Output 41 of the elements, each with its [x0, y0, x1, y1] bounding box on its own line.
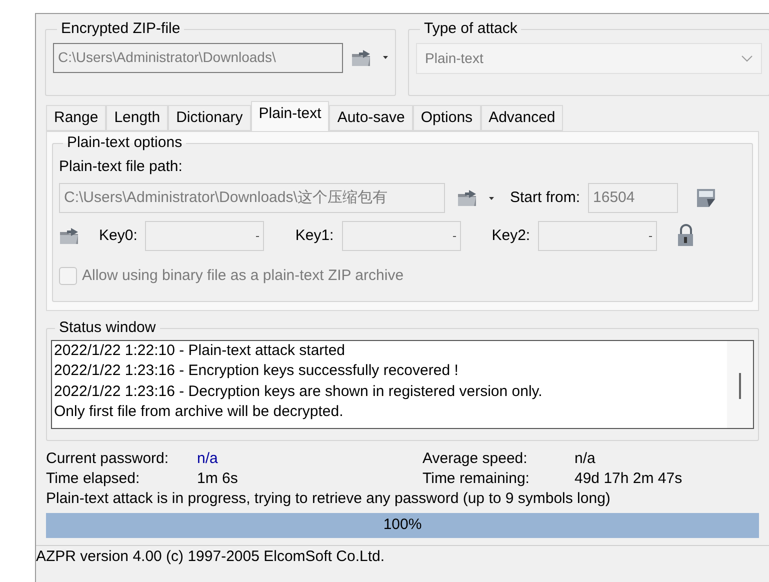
start-from-field[interactable]: 16504	[588, 183, 678, 213]
key-field[interactable]	[145, 221, 264, 251]
key-field[interactable]	[538, 221, 658, 251]
tab[interactable]: Advanced	[480, 105, 564, 131]
caret-icon[interactable]	[489, 196, 494, 200]
tab[interactable]: Range	[46, 105, 106, 131]
info-label: Average speed:	[422, 449, 528, 469]
progress-message: Plain-text attack is in progress, trying to retrieve any password (up to 9 symbols long)	[45, 489, 612, 509]
info-label: Time elapsed:	[46, 469, 141, 489]
group-label: Status window	[58, 318, 157, 338]
tab[interactable]: Options	[412, 105, 481, 131]
info-value: 1m 6s	[197, 469, 238, 489]
file-path-label: Plain-text file path:	[59, 156, 184, 176]
info-value: n/a	[197, 449, 218, 469]
checkbox-label: Allow using binary file as a plain-text ZIP archive	[82, 266, 404, 286]
key-label: Key2:	[492, 226, 530, 246]
group-label: Plain-text options	[66, 133, 184, 153]
file-path-field[interactable]: C:\Users\Administrator\Downloads\这个压缩包有	[59, 183, 445, 213]
info-value: 49d 17h 2m 47s	[574, 469, 682, 489]
tab[interactable]: Dictionary	[168, 105, 251, 131]
tab[interactable]: Auto-save	[329, 105, 413, 131]
info-label: Time remaining:	[422, 469, 530, 489]
tab[interactable]: Plain-text	[250, 101, 330, 131]
chevron-down-icon	[741, 54, 753, 62]
scrollbar[interactable]	[727, 340, 753, 428]
key-field[interactable]	[342, 221, 461, 251]
log-line: 2022/1/22 1:22:10 - Plain-text attack started	[54, 340, 346, 360]
caret-icon[interactable]	[383, 56, 388, 59]
key-label: Key0:	[99, 226, 138, 246]
info-label: Current password:	[46, 449, 170, 469]
group-label: Type of attack	[423, 19, 518, 39]
log-line: Only first file from archive will be decrypted.	[54, 402, 344, 422]
start-from-label: Start from:	[510, 188, 580, 208]
info-value: n/a	[574, 449, 596, 469]
progress-text: 100%	[383, 515, 422, 536]
log-line: 2022/1/22 1:23:16 - Encryption keys successfully recovered !	[54, 361, 460, 381]
log-line: 2022/1/22 1:23:16 - Decryption keys are shown in registered version only.	[54, 382, 544, 402]
key-label: Key1:	[295, 226, 334, 246]
status-bar-text: AZPR version 4.00 (c) 1997-2005 ElcomSoft Co.Ltd.	[36, 547, 385, 568]
tab[interactable]: Length	[106, 105, 168, 131]
group-label: Encrypted ZIP-file	[60, 19, 182, 39]
